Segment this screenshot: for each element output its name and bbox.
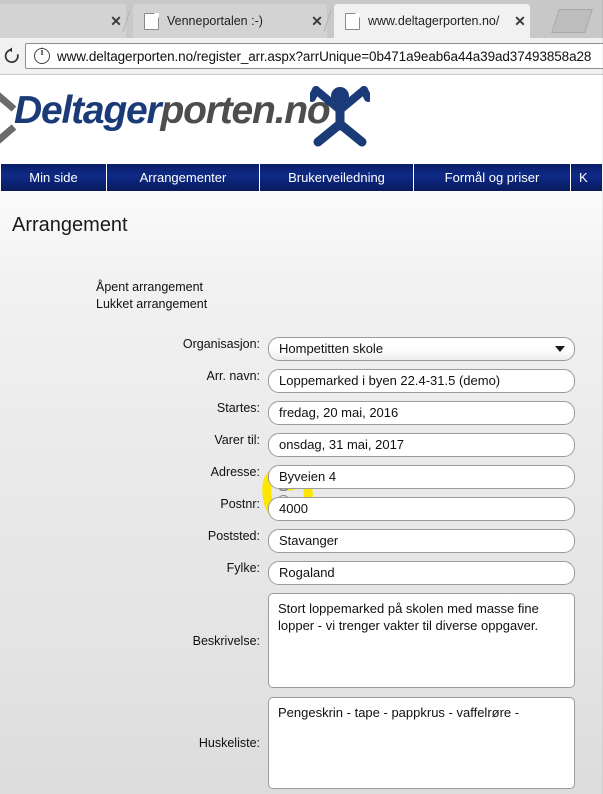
tab-strip: gle ✕ Venneportalen :-) ✕ www.deltagerpo… <box>0 0 603 38</box>
label-varer-til: Varer til: <box>214 433 260 447</box>
input-varer-til[interactable]: onsdag, 31 mai, 2017 <box>268 433 575 457</box>
field-row-poststed: Poststed: Stavanger <box>0 529 603 553</box>
label-huskeliste: Huskeliste: <box>198 736 260 750</box>
tab-title: gle <box>0 14 106 28</box>
tab-close-icon[interactable]: ✕ <box>510 14 530 28</box>
field-row-startes: Startes: fredag, 20 mai, 2016 <box>0 401 603 425</box>
label-fylke: Fylke: <box>226 561 260 575</box>
site-logo-text[interactable]: Deltagerporten.no <box>14 89 331 133</box>
page-title: Arrangement <box>12 214 128 236</box>
browser-tab-1[interactable]: gle ✕ <box>0 4 131 38</box>
field-row-adresse: Adresse: Byveien 4 <box>0 465 603 489</box>
textarea-beskrivelse[interactable]: Stort loppemarked på skolen med masse fi… <box>268 593 575 688</box>
new-tab-button[interactable] <box>551 9 593 33</box>
field-row-arr-navn: Arr. navn: Loppemarked i byen 22.4-31.5 … <box>0 369 603 393</box>
tab-favicon-icon <box>345 12 360 30</box>
field-row-postnr: Postnr: 4000 <box>0 497 603 521</box>
nav-item-kontakt[interactable]: K <box>571 164 603 191</box>
control-organisasjon[interactable]: Hompetitten skole <box>268 337 575 361</box>
field-row-huskeliste: Huskeliste: Pengeskrin - tape - pappkrus… <box>0 697 603 789</box>
label-beskrivelse: Beskrivelse: <box>192 633 260 648</box>
nav-item-min-side[interactable]: Min side <box>0 164 107 191</box>
input-postnr[interactable]: 4000 <box>268 497 575 521</box>
nav-label: Formål og priser <box>444 170 540 185</box>
closed-event-label: Lukket arrangement <box>96 297 208 311</box>
browser-tab-3-active[interactable]: www.deltagerporten.no/ ✕ <box>334 4 530 38</box>
control-postnr[interactable]: 4000 <box>268 497 575 521</box>
tab-close-icon[interactable]: ✕ <box>307 14 327 28</box>
chevron-down-icon <box>555 346 565 352</box>
tab-favicon-icon <box>144 12 159 30</box>
person-figure-icon <box>308 84 372 150</box>
tab-close-icon[interactable]: ✕ <box>106 14 126 28</box>
page-content: Arrangement Åpent arrangement Lukket arr… <box>0 191 603 794</box>
page-viewport: Deltagerporten.no Min side Arrangementer… <box>0 75 603 794</box>
control-arr-navn[interactable]: Loppemarked i byen 22.4-31.5 (demo) <box>268 369 575 393</box>
address-bar[interactable]: www.deltagerporten.no/register_arr.aspx?… <box>25 43 603 69</box>
control-adresse[interactable]: Byveien 4 <box>268 465 575 489</box>
input-startes[interactable]: fredag, 20 mai, 2016 <box>268 401 575 425</box>
input-fylke[interactable]: Rogaland <box>268 561 575 585</box>
input-adresse[interactable]: Byveien 4 <box>268 465 575 489</box>
main-navigation: Min side Arrangementer Brukerveiledning … <box>0 164 603 191</box>
nav-label: Arrangementer <box>139 170 227 185</box>
nav-label: Min side <box>29 170 78 185</box>
field-row-varer-til: Varer til: onsdag, 31 mai, 2017 <box>0 433 603 457</box>
reload-icon[interactable] <box>3 47 21 65</box>
tab-title: www.deltagerporten.no/ <box>368 14 500 28</box>
nav-label: Brukerveiledning <box>288 170 385 185</box>
info-circle-icon[interactable] <box>34 47 50 64</box>
select-organisasjon[interactable]: Hompetitten skole <box>268 337 575 361</box>
field-row-organisasjon: Organisasjon: Hompetitten skole <box>0 337 603 361</box>
control-startes[interactable]: fredag, 20 mai, 2016 <box>268 401 575 425</box>
label-adresse: Adresse: <box>210 465 260 479</box>
control-poststed[interactable]: Stavanger <box>268 529 575 553</box>
open-event-label: Åpent arrangement <box>96 280 204 294</box>
control-fylke[interactable]: Rogaland <box>268 561 575 585</box>
arrangement-form: Organisasjon: Hompetitten skole Arr. nav… <box>0 337 603 794</box>
textarea-huskeliste[interactable]: Pengeskrin - tape - pappkrus - vaffelrør… <box>268 697 575 789</box>
nav-label: K <box>579 170 588 185</box>
label-organisasjon: Organisasjon: <box>182 337 260 351</box>
browser-tab-2[interactable]: Venneportalen :-) ✕ <box>133 4 332 38</box>
logo-part-two: porten.no <box>160 89 330 132</box>
event-type-labels: Åpent arrangement Lukket arrangement <box>96 279 396 313</box>
browser-window: gle ✕ Venneportalen :-) ✕ www.deltagerpo… <box>0 0 603 794</box>
browser-toolbar: www.deltagerporten.no/register_arr.aspx?… <box>0 38 603 75</box>
tab-title: Venneportalen :-) <box>167 14 263 28</box>
label-arr-navn: Arr. navn: <box>206 369 261 383</box>
field-row-beskrivelse: Beskrivelse: Stort loppemarked på skolen… <box>0 593 603 688</box>
label-poststed: Poststed: <box>207 529 260 543</box>
logo-part-one: Deltager <box>14 89 162 132</box>
input-poststed[interactable]: Stavanger <box>268 529 575 553</box>
browser-chrome: gle ✕ Venneportalen :-) ✕ www.deltagerpo… <box>0 0 603 38</box>
nav-item-formal-og-priser[interactable]: Formål og priser <box>414 164 571 191</box>
input-arr-navn[interactable]: Loppemarked i byen 22.4-31.5 (demo) <box>268 369 575 393</box>
control-varer-til[interactable]: onsdag, 31 mai, 2017 <box>268 433 575 457</box>
site-header: Deltagerporten.no <box>0 75 603 164</box>
nav-item-brukerveiledning[interactable]: Brukerveiledning <box>260 164 414 191</box>
label-postnr: Postnr: <box>220 497 260 511</box>
address-bar-text: www.deltagerporten.no/register_arr.aspx?… <box>57 48 592 64</box>
control-beskrivelse[interactable]: Stort loppemarked på skolen med masse fi… <box>268 593 575 688</box>
control-huskeliste[interactable]: Pengeskrin - tape - pappkrus - vaffelrør… <box>268 697 575 789</box>
label-startes: Startes: <box>216 401 260 415</box>
field-row-fylke: Fylke: Rogaland <box>0 561 603 585</box>
nav-item-arrangementer[interactable]: Arrangementer <box>107 164 260 191</box>
select-organisasjon-value: Hompetitten skole <box>279 341 384 356</box>
